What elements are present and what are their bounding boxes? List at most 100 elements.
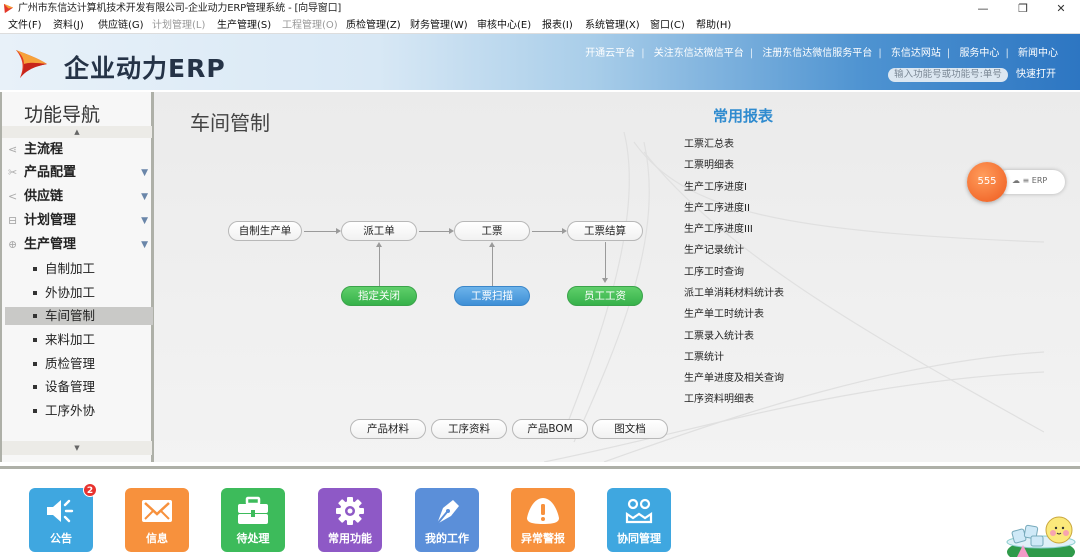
chevron-down-icon[interactable]: ▼ [141, 234, 148, 256]
sidebar-sub-process-outsource[interactable]: 工序外协 [5, 402, 153, 420]
report-link[interactable]: 生产工序进度II [684, 199, 750, 214]
menu-reports[interactable]: 报表(I) [542, 17, 573, 34]
link-service-center[interactable]: 服务中心 [959, 48, 999, 59]
sidebar-sub-label: 自制加工 [45, 261, 96, 276]
tile-messages[interactable]: 信息 [125, 488, 189, 552]
sidebar-item-production[interactable]: ⊕ 生产管理 ▼ [2, 234, 152, 256]
sidebar-item-label: 产品配置 [24, 165, 77, 180]
menu-window[interactable]: 窗口(C) [650, 17, 685, 34]
flow-connector [605, 242, 606, 280]
report-link[interactable]: 派工单消耗材料统计表 [684, 284, 784, 299]
sidebar-item-label: 生产管理 [24, 237, 77, 252]
report-link[interactable]: 生产工序进度I [684, 178, 747, 193]
chevron-down-icon[interactable]: ▼ [141, 186, 148, 208]
tile-label: 异常警报 [521, 532, 565, 545]
globe-icon: ⊕ [8, 238, 18, 251]
flow-node-dispatch-order[interactable]: 派工单 [341, 221, 417, 241]
chevron-down-icon[interactable]: ▼ [141, 210, 148, 232]
flow-node-ticket-scan[interactable]: 工票扫描 [454, 286, 530, 306]
report-link[interactable]: 生产单进度及相关查询 [684, 369, 784, 384]
flow-node-work-ticket[interactable]: 工票 [454, 221, 530, 241]
tile-label: 我的工作 [425, 532, 469, 545]
menu-data[interactable]: 资料(J) [53, 17, 84, 34]
tile-pending[interactable]: 待处理 [221, 488, 285, 552]
report-link[interactable]: 工序资料明细表 [684, 390, 754, 405]
sidebar-title: 功能导航 [24, 104, 101, 126]
database-icon: ≡ [1022, 176, 1030, 185]
tile-announcement[interactable]: 公告 2 [29, 483, 97, 552]
menu-system[interactable]: 系统管理(X) [585, 17, 640, 34]
sidebar-item-label: 主流程 [24, 142, 64, 157]
tile-collaboration[interactable]: 协同管理 [607, 488, 671, 552]
flow-node-production-order[interactable]: 自制生产单 [228, 221, 302, 241]
report-link[interactable]: 工序工时查询 [684, 263, 744, 278]
link-register-wechat[interactable]: 注册东信达微信服务平台 [762, 48, 872, 59]
bullet-icon [33, 409, 37, 413]
report-link[interactable]: 工票统计 [684, 348, 724, 363]
mascot-icon[interactable] [1003, 508, 1078, 557]
report-link[interactable]: 生产记录统计 [684, 241, 744, 256]
menu-quality[interactable]: 质检管理(Z) [346, 17, 401, 34]
report-link[interactable]: 工票录入统计表 [684, 327, 754, 342]
link-icon: < [8, 190, 18, 203]
tile-common-functions[interactable]: 常用功能 [318, 488, 382, 552]
report-link[interactable]: 生产工序进度III [684, 220, 753, 235]
flow-connector [492, 247, 493, 287]
process-data-button[interactable]: 工序资料 [431, 419, 507, 439]
sidebar-sub-self-made[interactable]: 自制加工 [5, 260, 153, 278]
link-website[interactable]: 东信达网站 [891, 48, 941, 59]
flow-node-employee-wages[interactable]: 员工工资 [567, 286, 643, 306]
scroll-up-button[interactable]: ▲ [2, 126, 152, 138]
sidebar-sub-outsourced[interactable]: 外协加工 [5, 284, 153, 302]
sidebar-sub-workshop-control[interactable]: 车间管制 [5, 307, 153, 325]
count-bubble[interactable]: 555 [967, 162, 1007, 202]
collaboration-icon [625, 498, 653, 524]
scroll-down-button[interactable]: ▼ [2, 441, 152, 455]
flow-node-close-assigned[interactable]: 指定关闭 [341, 286, 417, 306]
sidebar-item-product-config[interactable]: ✂ 产品配置 ▼ [2, 162, 152, 184]
flow-node-ticket-settlement[interactable]: 工票结算 [567, 221, 643, 241]
sidebar-sub-quality[interactable]: 质检管理 [5, 355, 153, 373]
flow-connector [304, 231, 338, 232]
function-navigation-sidebar: 功能导航 ▲ ⋖ 主流程 ✂ 产品配置 ▼ < 供应链 ▼ ⊟ 计划管理 ▼ ⊕… [0, 92, 154, 462]
report-link[interactable]: 工票汇总表 [684, 135, 734, 150]
floating-status-widget[interactable]: 555 ☁ ≡ ERP [967, 162, 1067, 204]
arrow-down-icon [602, 278, 608, 283]
close-button[interactable]: ✕ [1044, 0, 1078, 17]
menu-help[interactable]: 帮助(H) [696, 17, 731, 34]
product-materials-button[interactable]: 产品材料 [350, 419, 426, 439]
quick-open-input[interactable]: 输入功能号或功能号:单号 [888, 68, 1008, 82]
title-bar: 广州市东信达计算机技术开发有限公司-企业动力ERP管理系统 - [向导窗口] —… [0, 0, 1080, 17]
report-link[interactable]: 生产单工时统计表 [684, 305, 764, 320]
window-title: 广州市东信达计算机技术开发有限公司-企业动力ERP管理系统 - [向导窗口] [18, 3, 342, 14]
tile-label: 协同管理 [617, 532, 661, 545]
menu-planning[interactable]: 计划管理(L) [152, 17, 205, 34]
flow-connector [379, 247, 380, 287]
header-links: 开通云平台 | 关注东信达微信平台 | 注册东信达微信服务平台 | 东信达网站 | 服务… [585, 48, 1058, 59]
menu-audit[interactable]: 审核中心(E) [477, 17, 531, 34]
calendar-icon: ⊟ [8, 214, 18, 227]
report-link[interactable]: 工票明细表 [684, 156, 734, 171]
menu-file[interactable]: 文件(F) [8, 17, 42, 34]
sidebar-sub-label: 外协加工 [45, 285, 96, 300]
menu-production[interactable]: 生产管理(S) [217, 17, 271, 34]
quick-open-button[interactable]: 快速打开 [1016, 68, 1056, 82]
tile-exception-alert[interactable]: 异常警报 [511, 488, 575, 552]
link-follow-wechat[interactable]: 关注东信达微信平台 [654, 48, 744, 59]
menu-engineering[interactable]: 工程管理(O) [282, 17, 338, 34]
link-news-center[interactable]: 新闻中心 [1018, 48, 1058, 59]
sidebar-item-supply-chain[interactable]: < 供应链 ▼ [2, 186, 152, 208]
sidebar-sub-equipment[interactable]: 设备管理 [5, 378, 153, 396]
menu-supply-chain[interactable]: 供应链(G) [98, 17, 144, 34]
restore-button[interactable]: ❐ [1006, 0, 1040, 17]
sidebar-item-main-flow[interactable]: ⋖ 主流程 [2, 139, 152, 161]
tile-my-work[interactable]: 我的工作 [415, 488, 479, 552]
minimize-button[interactable]: — [966, 0, 1000, 17]
sidebar-sub-incoming-material[interactable]: 来料加工 [5, 331, 153, 349]
documents-button[interactable]: 图文档 [592, 419, 668, 439]
chevron-down-icon[interactable]: ▼ [141, 162, 148, 184]
link-cloud-platform[interactable]: 开通云平台 [585, 48, 635, 59]
menu-finance[interactable]: 财务管理(W) [410, 17, 468, 34]
sidebar-item-planning[interactable]: ⊟ 计划管理 ▼ [2, 210, 152, 232]
product-bom-button[interactable]: 产品BOM [512, 419, 588, 439]
